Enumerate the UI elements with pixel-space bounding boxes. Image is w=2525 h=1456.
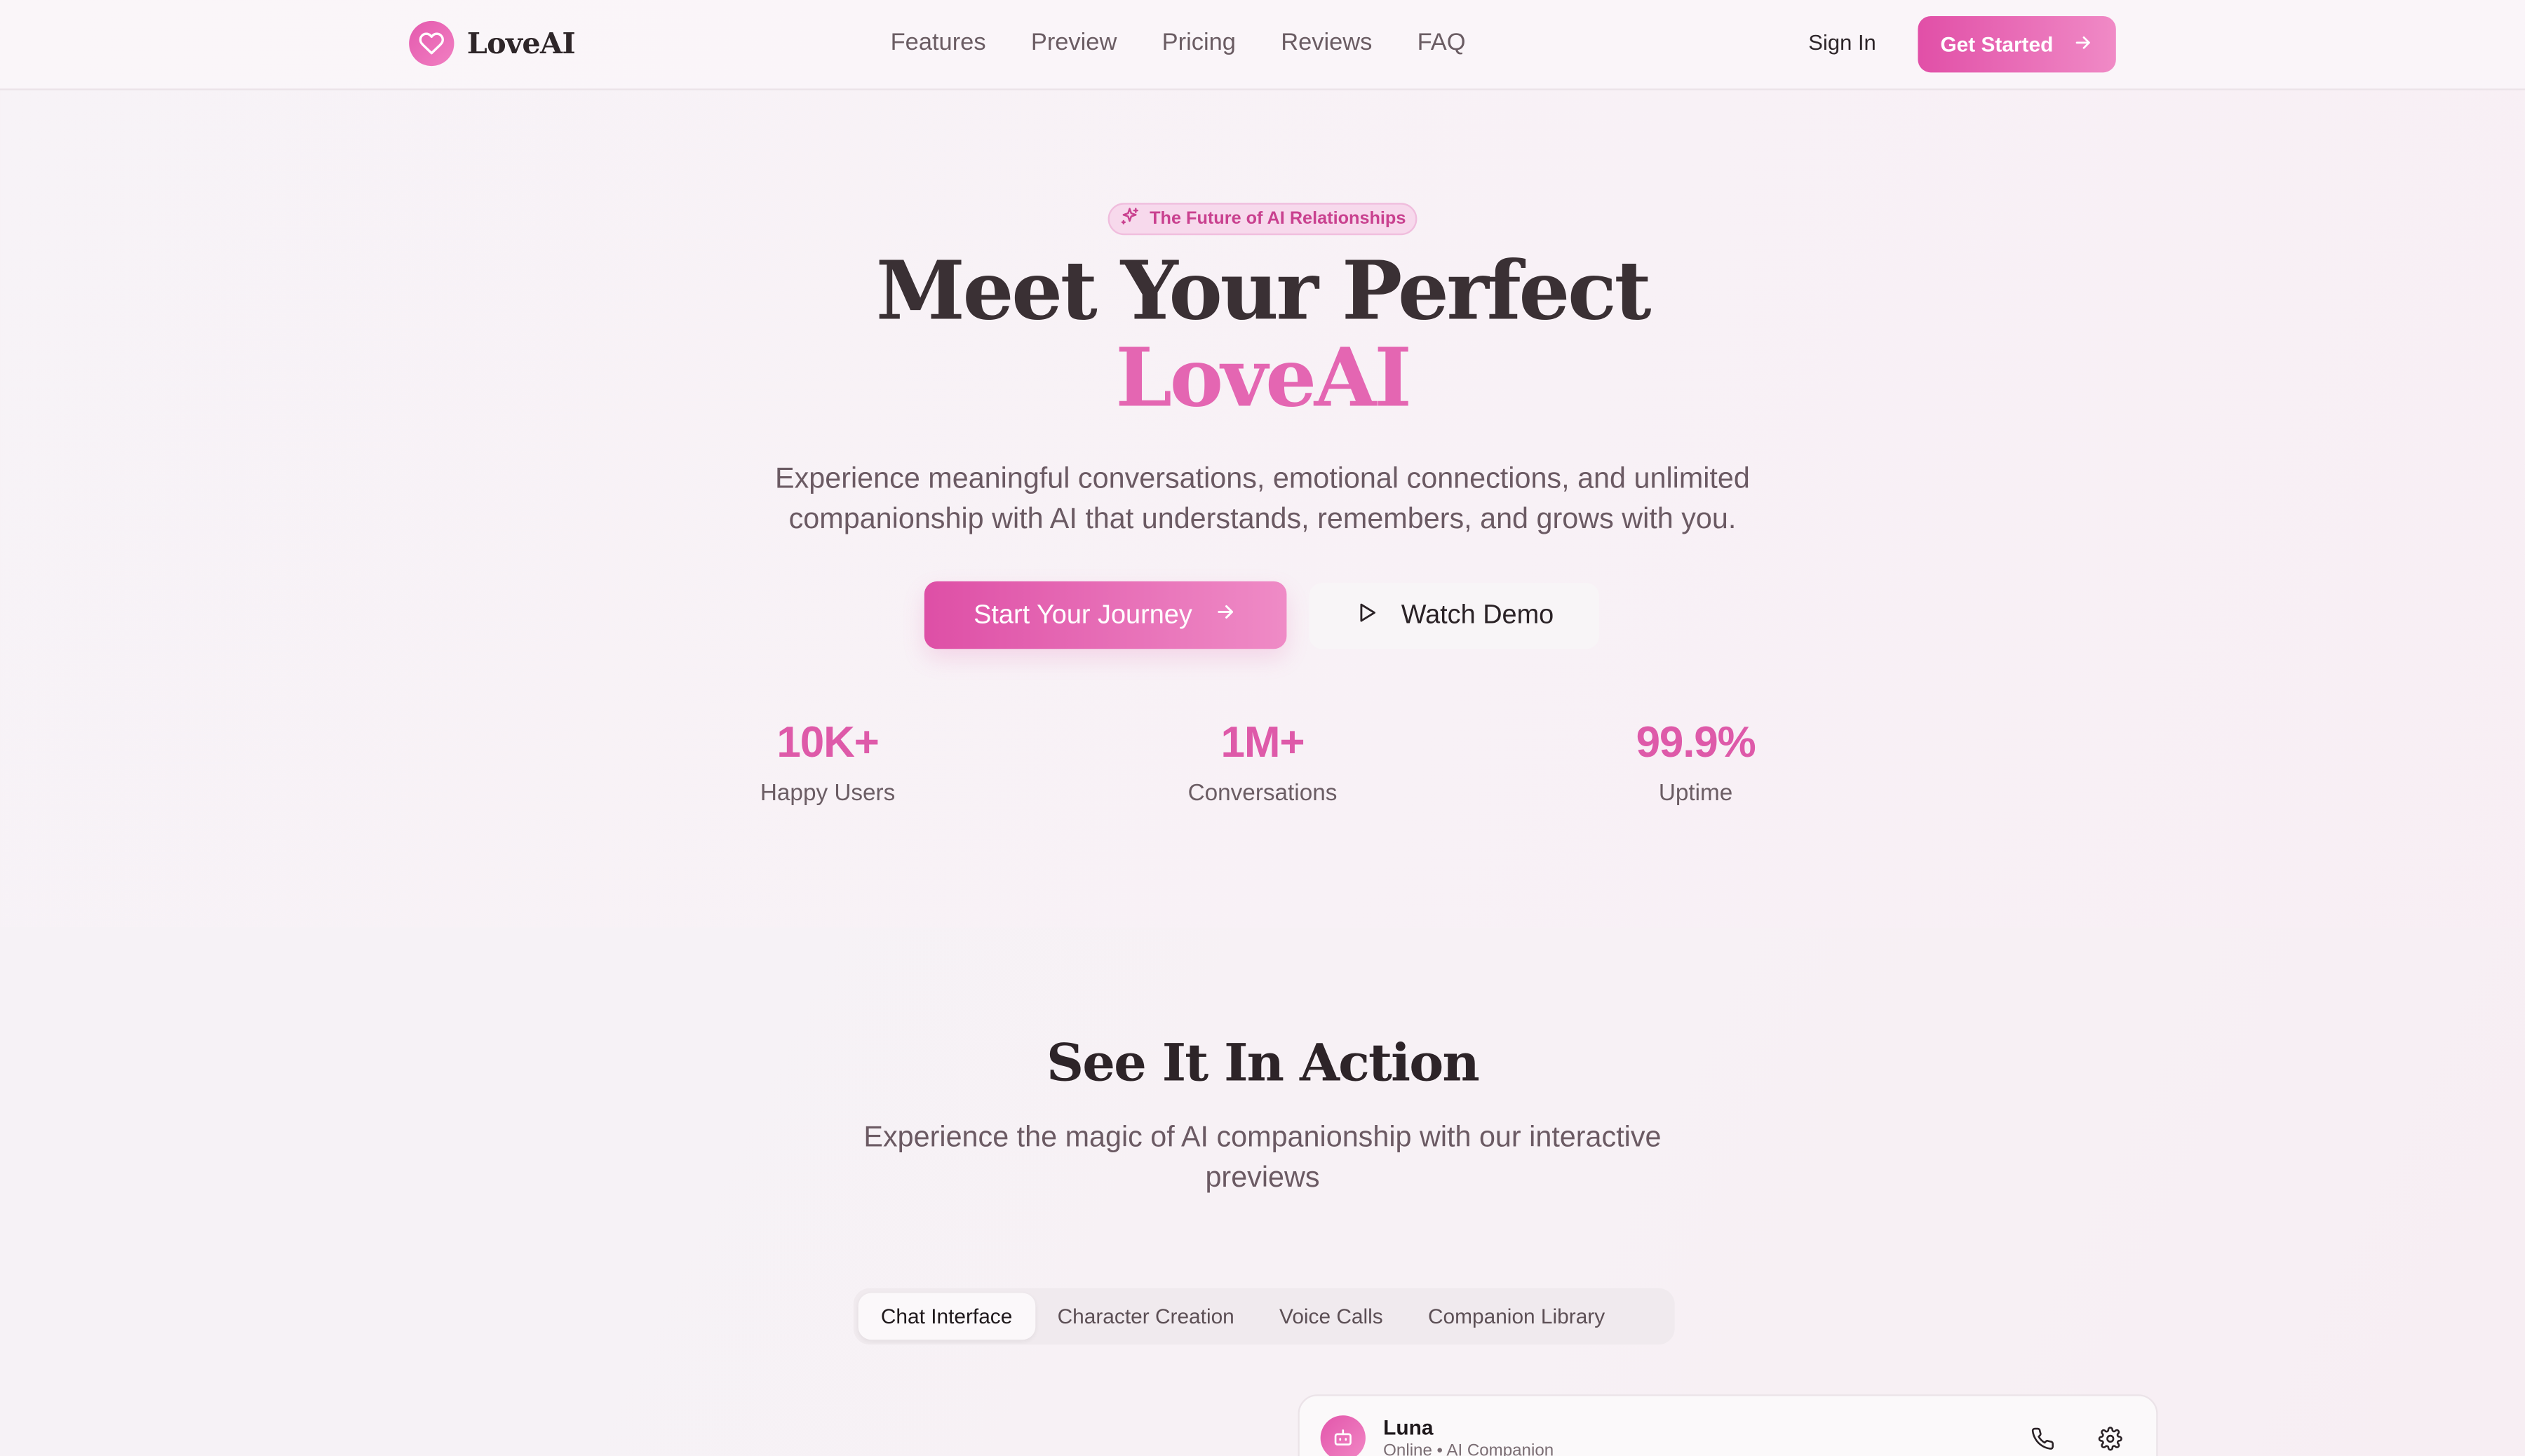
sign-in-button[interactable]: Sign In — [1808, 31, 1876, 55]
nav-pricing[interactable]: Pricing — [1162, 29, 1236, 56]
hero-title-accent: LoveAI — [1115, 330, 1412, 426]
hero-badge: The Future of AI Relationships — [1107, 203, 1418, 236]
stat-label: Happy Users — [760, 781, 896, 807]
top-navbar: LoveAI Features Preview Pricing Reviews … — [0, 0, 2525, 90]
hero-title: Meet Your Perfect LoveAI — [0, 247, 2525, 426]
main-nav: Features Preview Pricing Reviews FAQ — [891, 29, 1466, 56]
nav-faq[interactable]: FAQ — [1418, 29, 1466, 56]
preview-subtitle: Experience the magic of AI companionship… — [863, 1120, 1662, 1194]
watch-demo-label: Watch Demo — [1401, 600, 1554, 630]
arrow-right-icon — [1215, 600, 1237, 631]
hero-title-line1: Meet Your Perfect — [875, 243, 1652, 339]
get-started-button[interactable]: Get Started — [1918, 15, 2116, 73]
heart-icon — [409, 20, 454, 67]
stat-label: Conversations — [1187, 781, 1338, 807]
get-started-label: Get Started — [1940, 32, 2054, 57]
arrow-right-icon — [2073, 32, 2094, 58]
brand-name: LoveAI — [466, 26, 576, 61]
stat-value: 1M+ — [1220, 717, 1305, 767]
tab-voice-calls[interactable]: Voice Calls — [1257, 1293, 1406, 1340]
hero-badge-text: The Future of AI Relationships — [1150, 209, 1406, 229]
start-journey-label: Start Your Journey — [974, 600, 1192, 629]
stat-conversations: 1M+ Conversations — [1101, 718, 1423, 807]
phone-icon[interactable] — [2028, 1424, 2056, 1452]
preview-title: See It In Action — [1046, 1032, 1480, 1093]
brand-logo[interactable]: LoveAI — [409, 20, 576, 67]
bot-icon — [1320, 1415, 1366, 1456]
stat-uptime: 99.9% Uptime — [1535, 718, 1857, 807]
tab-companion-library[interactable]: Companion Library — [1406, 1293, 1627, 1340]
tab-character-creation[interactable]: Character Creation — [1035, 1293, 1256, 1340]
stat-label: Uptime — [1658, 781, 1733, 807]
companion-status: Online • AI Companion — [1383, 1441, 1554, 1456]
stat-happy-users: 10K+ Happy Users — [667, 718, 989, 807]
nav-reviews[interactable]: Reviews — [1281, 29, 1372, 56]
stat-value: 99.9% — [1636, 717, 1756, 767]
companion-name: Luna — [1383, 1415, 1434, 1440]
play-icon — [1354, 600, 1378, 632]
chat-preview-card: Luna Online • AI Companion — [1298, 1394, 2158, 1456]
tab-chat-interface[interactable]: Chat Interface — [858, 1293, 1035, 1340]
nav-features[interactable]: Features — [891, 29, 986, 56]
watch-demo-button[interactable]: Watch Demo — [1309, 583, 1599, 649]
hero-subtitle: Experience meaningful conversations, emo… — [775, 461, 1750, 535]
nav-preview[interactable]: Preview — [1031, 29, 1117, 56]
settings-icon[interactable] — [2095, 1424, 2124, 1452]
page: LoveAI Features Preview Pricing Reviews … — [0, 0, 2525, 1456]
stat-value: 10K+ — [776, 717, 880, 767]
start-journey-button[interactable]: Start Your Journey — [924, 581, 1287, 649]
sparkles-icon — [1119, 206, 1140, 232]
preview-tabs: Chat Interface Character Creation Voice … — [853, 1288, 1675, 1345]
